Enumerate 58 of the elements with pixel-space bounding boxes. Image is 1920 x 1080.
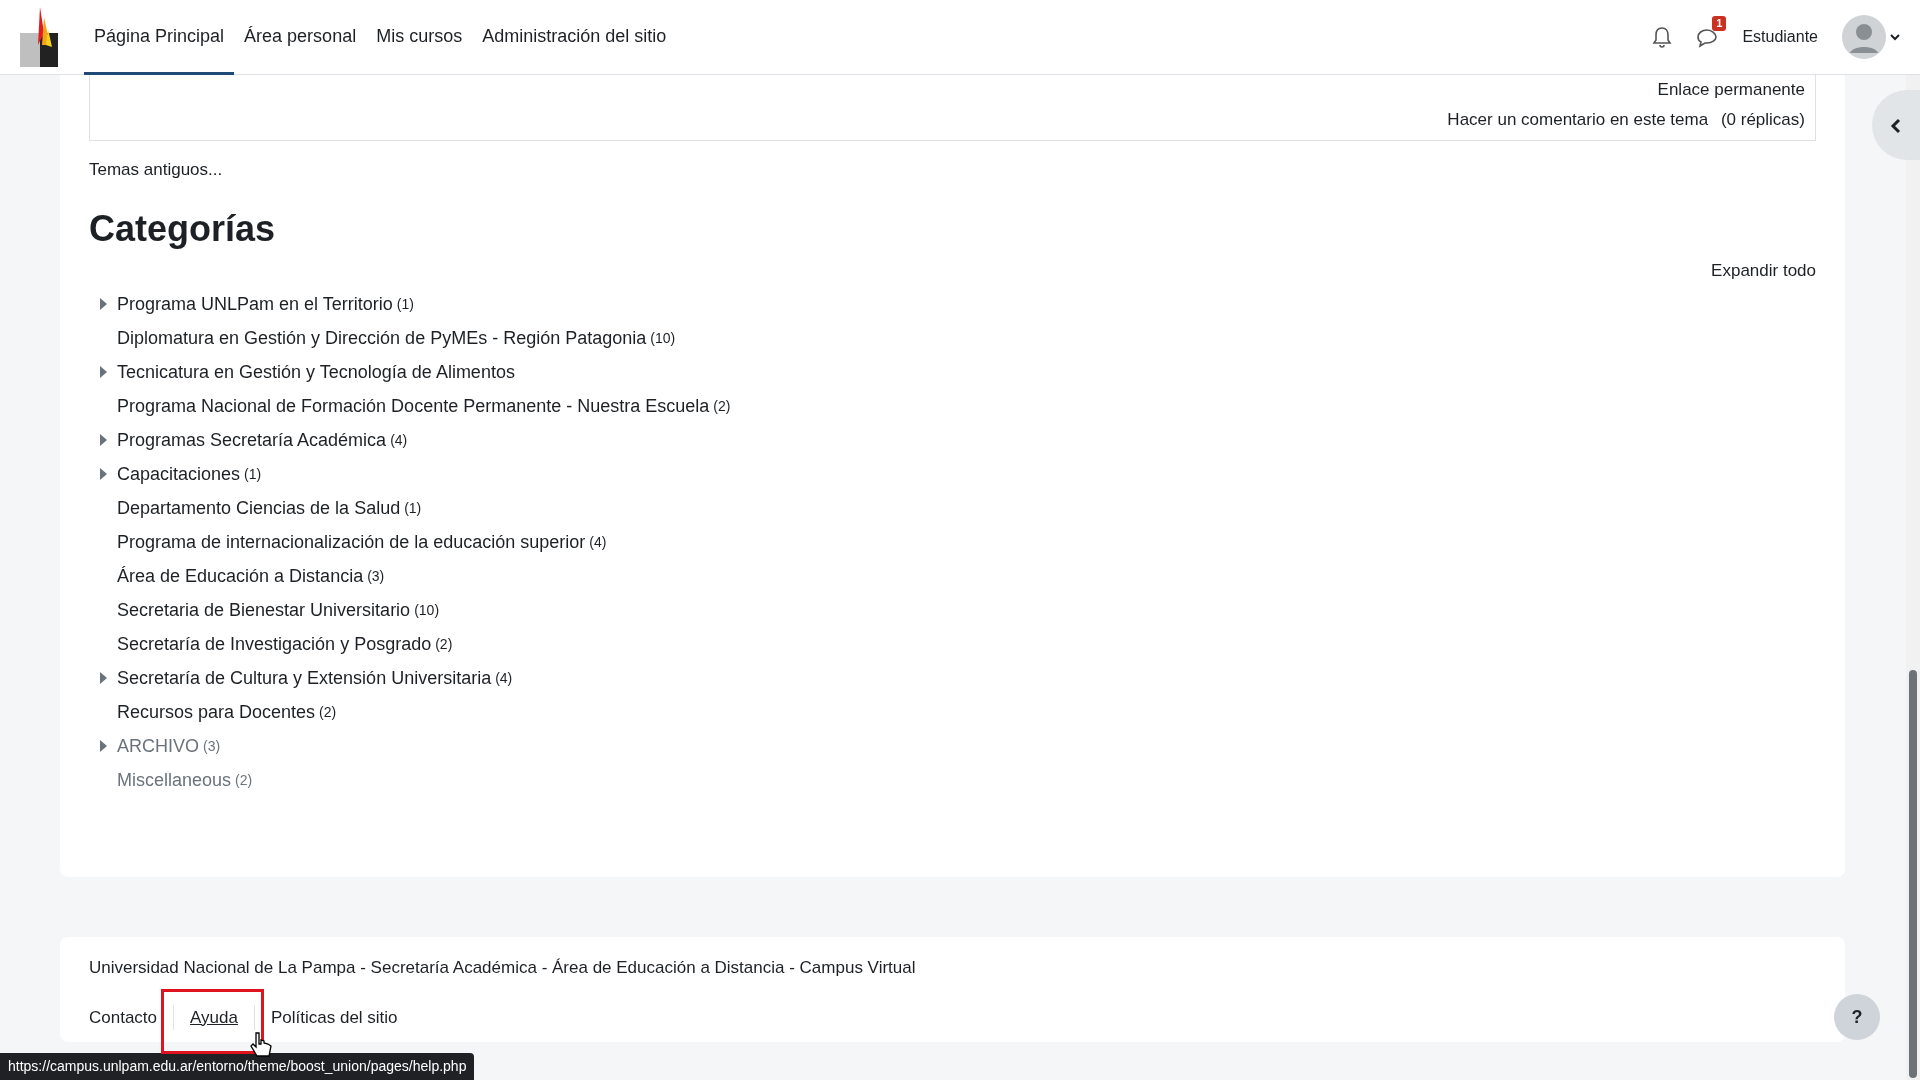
course-count: (4): [390, 430, 408, 450]
course-count: (2): [319, 702, 337, 722]
course-count: (2): [235, 770, 253, 790]
course-count: (10): [414, 600, 440, 620]
scrollbar-thumb[interactable]: [1909, 670, 1917, 1078]
category-link[interactable]: Secretaría de Investigación y Posgrado: [117, 630, 432, 658]
category-link[interactable]: Miscellaneous: [117, 766, 232, 794]
expand-arrow-icon[interactable]: [99, 468, 107, 481]
section-heading: Categorías: [89, 206, 277, 250]
expand-arrow-icon[interactable]: [99, 434, 107, 447]
category-link[interactable]: Programa Nacional de Formación Docente Permanente - Nuestra Escuela: [117, 392, 710, 420]
course-count: (3): [203, 736, 221, 756]
nav-tab[interactable]: Área personal: [234, 0, 367, 75]
category-link[interactable]: Programa UNLPam en el Territorio: [117, 290, 393, 318]
course-count: (2): [713, 396, 731, 416]
nav-tab[interactable]: Mis cursos: [366, 0, 473, 75]
category-link[interactable]: Programa de internacionalización de la educación superior: [117, 528, 586, 556]
bell-icon[interactable]: [1652, 26, 1673, 48]
course-count: (4): [495, 668, 513, 688]
course-count: (1): [404, 498, 422, 518]
chat-bubble-icon[interactable]: [1696, 27, 1719, 48]
course-count: (4): [589, 532, 607, 552]
nav-tab[interactable]: Administración del sitio: [472, 0, 677, 75]
reply-count: (0 réplicas): [1720, 109, 1805, 129]
expand-arrow-icon[interactable]: [99, 672, 107, 685]
category-link[interactable]: Secretaria de Bienestar Universitario: [117, 596, 411, 624]
category-link[interactable]: Diplomatura en Gestión y Dirección de PyMEs - Región Patagonia: [117, 324, 647, 352]
category-link[interactable]: Tecnicatura en Gestión y Tecnología de Alimentos: [117, 358, 515, 386]
footer-link[interactable]: Políticas del sitio: [253, 1004, 414, 1031]
category-link[interactable]: Recursos para Docentes: [117, 698, 316, 726]
course-count: (2): [435, 634, 453, 654]
expand-arrow-icon[interactable]: [99, 740, 107, 753]
category-link[interactable]: Departamento Ciencias de la Salud: [117, 494, 401, 522]
footer-link[interactable]: Contacto: [89, 1004, 174, 1031]
chevron-left-icon: [1890, 117, 1902, 134]
course-count: (10): [650, 328, 676, 348]
course-count: (3): [367, 566, 385, 586]
reply-link[interactable]: Hacer un comentario en este tema: [1447, 109, 1709, 129]
help-button[interactable]: ?: [1834, 994, 1880, 1040]
unread-count-badge: 1: [1712, 16, 1727, 32]
category-link[interactable]: Capacitaciones: [117, 460, 241, 488]
category-link[interactable]: Programas Secretaría Académica: [117, 426, 387, 454]
course-count: (1): [244, 464, 262, 484]
expand-all-link[interactable]: Expandir todo: [1711, 260, 1816, 280]
older-topics-link[interactable]: Temas antiguos...: [89, 160, 223, 179]
user-name: Estudiante: [1742, 27, 1818, 47]
caret-down-icon[interactable]: [1890, 33, 1900, 41]
permalink-link[interactable]: Enlace permanente: [1657, 80, 1805, 99]
category-link[interactable]: Secretaría de Cultura y Extensión Universitaria: [117, 664, 492, 692]
course-count: (1): [396, 294, 414, 314]
footer-text: Universidad Nacional de La Pampa - Secretaría Académica - Área de Educación a Distancia - Campus Virtual: [89, 957, 917, 980]
expand-arrow-icon[interactable]: [99, 298, 107, 311]
category-link[interactable]: Área de Educación a Distancia: [117, 562, 364, 590]
status-bar-url: https://campus.unlpam.edu.ar/entorno/theme/boost_union/pages/help.php: [0, 1053, 475, 1080]
footer-link[interactable]: Ayuda: [173, 1004, 254, 1031]
category-link[interactable]: ARCHIVO: [117, 732, 199, 760]
drawer-toggle[interactable]: [1872, 90, 1920, 160]
expand-arrow-icon[interactable]: [99, 366, 107, 379]
